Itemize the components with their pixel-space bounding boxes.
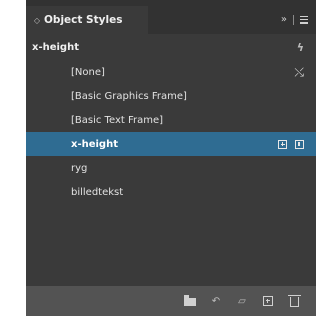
panel-menu-icon[interactable] bbox=[300, 15, 308, 24]
lightning-icon: ϟ bbox=[296, 40, 304, 54]
trash-icon bbox=[287, 295, 301, 307]
tab-collapse-icon[interactable]: ◇ bbox=[30, 16, 44, 25]
panel-controls: » bbox=[281, 14, 308, 25]
tab-title: Object Styles bbox=[44, 14, 123, 26]
list-item-label: [Basic Graphics Frame] bbox=[71, 90, 187, 102]
list-item-billedtekst[interactable]: billedtekst bbox=[26, 180, 316, 204]
list-item-label: [Basic Text Frame] bbox=[71, 114, 164, 126]
clear-override-wand-icon[interactable]: ⤯ bbox=[294, 65, 304, 80]
object-styles-list: x-height ϟ [None] ⤯ [Basic Graphics Fram… bbox=[26, 34, 316, 286]
clear-overrides-icon: ↶ bbox=[211, 295, 221, 307]
tab-object-styles[interactable]: ◇ Object Styles bbox=[26, 6, 148, 34]
list-item-label: x-height bbox=[71, 138, 118, 150]
new-style-icon bbox=[263, 296, 273, 306]
new-style-group-button[interactable] bbox=[184, 295, 196, 307]
collapse-panel-icon[interactable]: » bbox=[281, 14, 287, 25]
folder-icon bbox=[184, 295, 196, 306]
list-item-basic-graphics-frame[interactable]: [Basic Graphics Frame] bbox=[26, 84, 316, 108]
list-item-none[interactable]: [None] ⤯ bbox=[26, 60, 316, 84]
clear-attributes-icon: ▱ bbox=[238, 295, 246, 307]
divider bbox=[293, 14, 294, 25]
clear-overrides-button[interactable]: ↶ bbox=[210, 295, 222, 307]
delete-style-button[interactable] bbox=[287, 295, 301, 307]
default-graphic-frame-icon bbox=[278, 139, 287, 149]
list-item-ryg[interactable]: ryg bbox=[26, 156, 316, 180]
clear-non-defined-attributes-button[interactable]: ▱ bbox=[236, 295, 248, 307]
list-item-x-height[interactable]: x-height bbox=[26, 132, 316, 156]
list-item-basic-text-frame[interactable]: [Basic Text Frame] bbox=[26, 108, 316, 132]
default-text-frame-icon bbox=[295, 139, 304, 149]
panel-tab-bar: ◇ Object Styles » bbox=[26, 0, 316, 34]
object-styles-panel: ◇ Object Styles » x-height ϟ [None] ⤯ [B… bbox=[26, 0, 316, 316]
list-item-label: [None] bbox=[71, 66, 105, 78]
create-new-style-button[interactable] bbox=[262, 295, 274, 307]
style-group-header[interactable]: x-height ϟ bbox=[26, 34, 316, 60]
list-item-label: ryg bbox=[71, 162, 88, 174]
list-item-label: billedtekst bbox=[71, 186, 124, 198]
panel-bottom-toolbar: ↶ ▱ bbox=[26, 286, 316, 316]
style-group-label: x-height bbox=[32, 41, 79, 53]
